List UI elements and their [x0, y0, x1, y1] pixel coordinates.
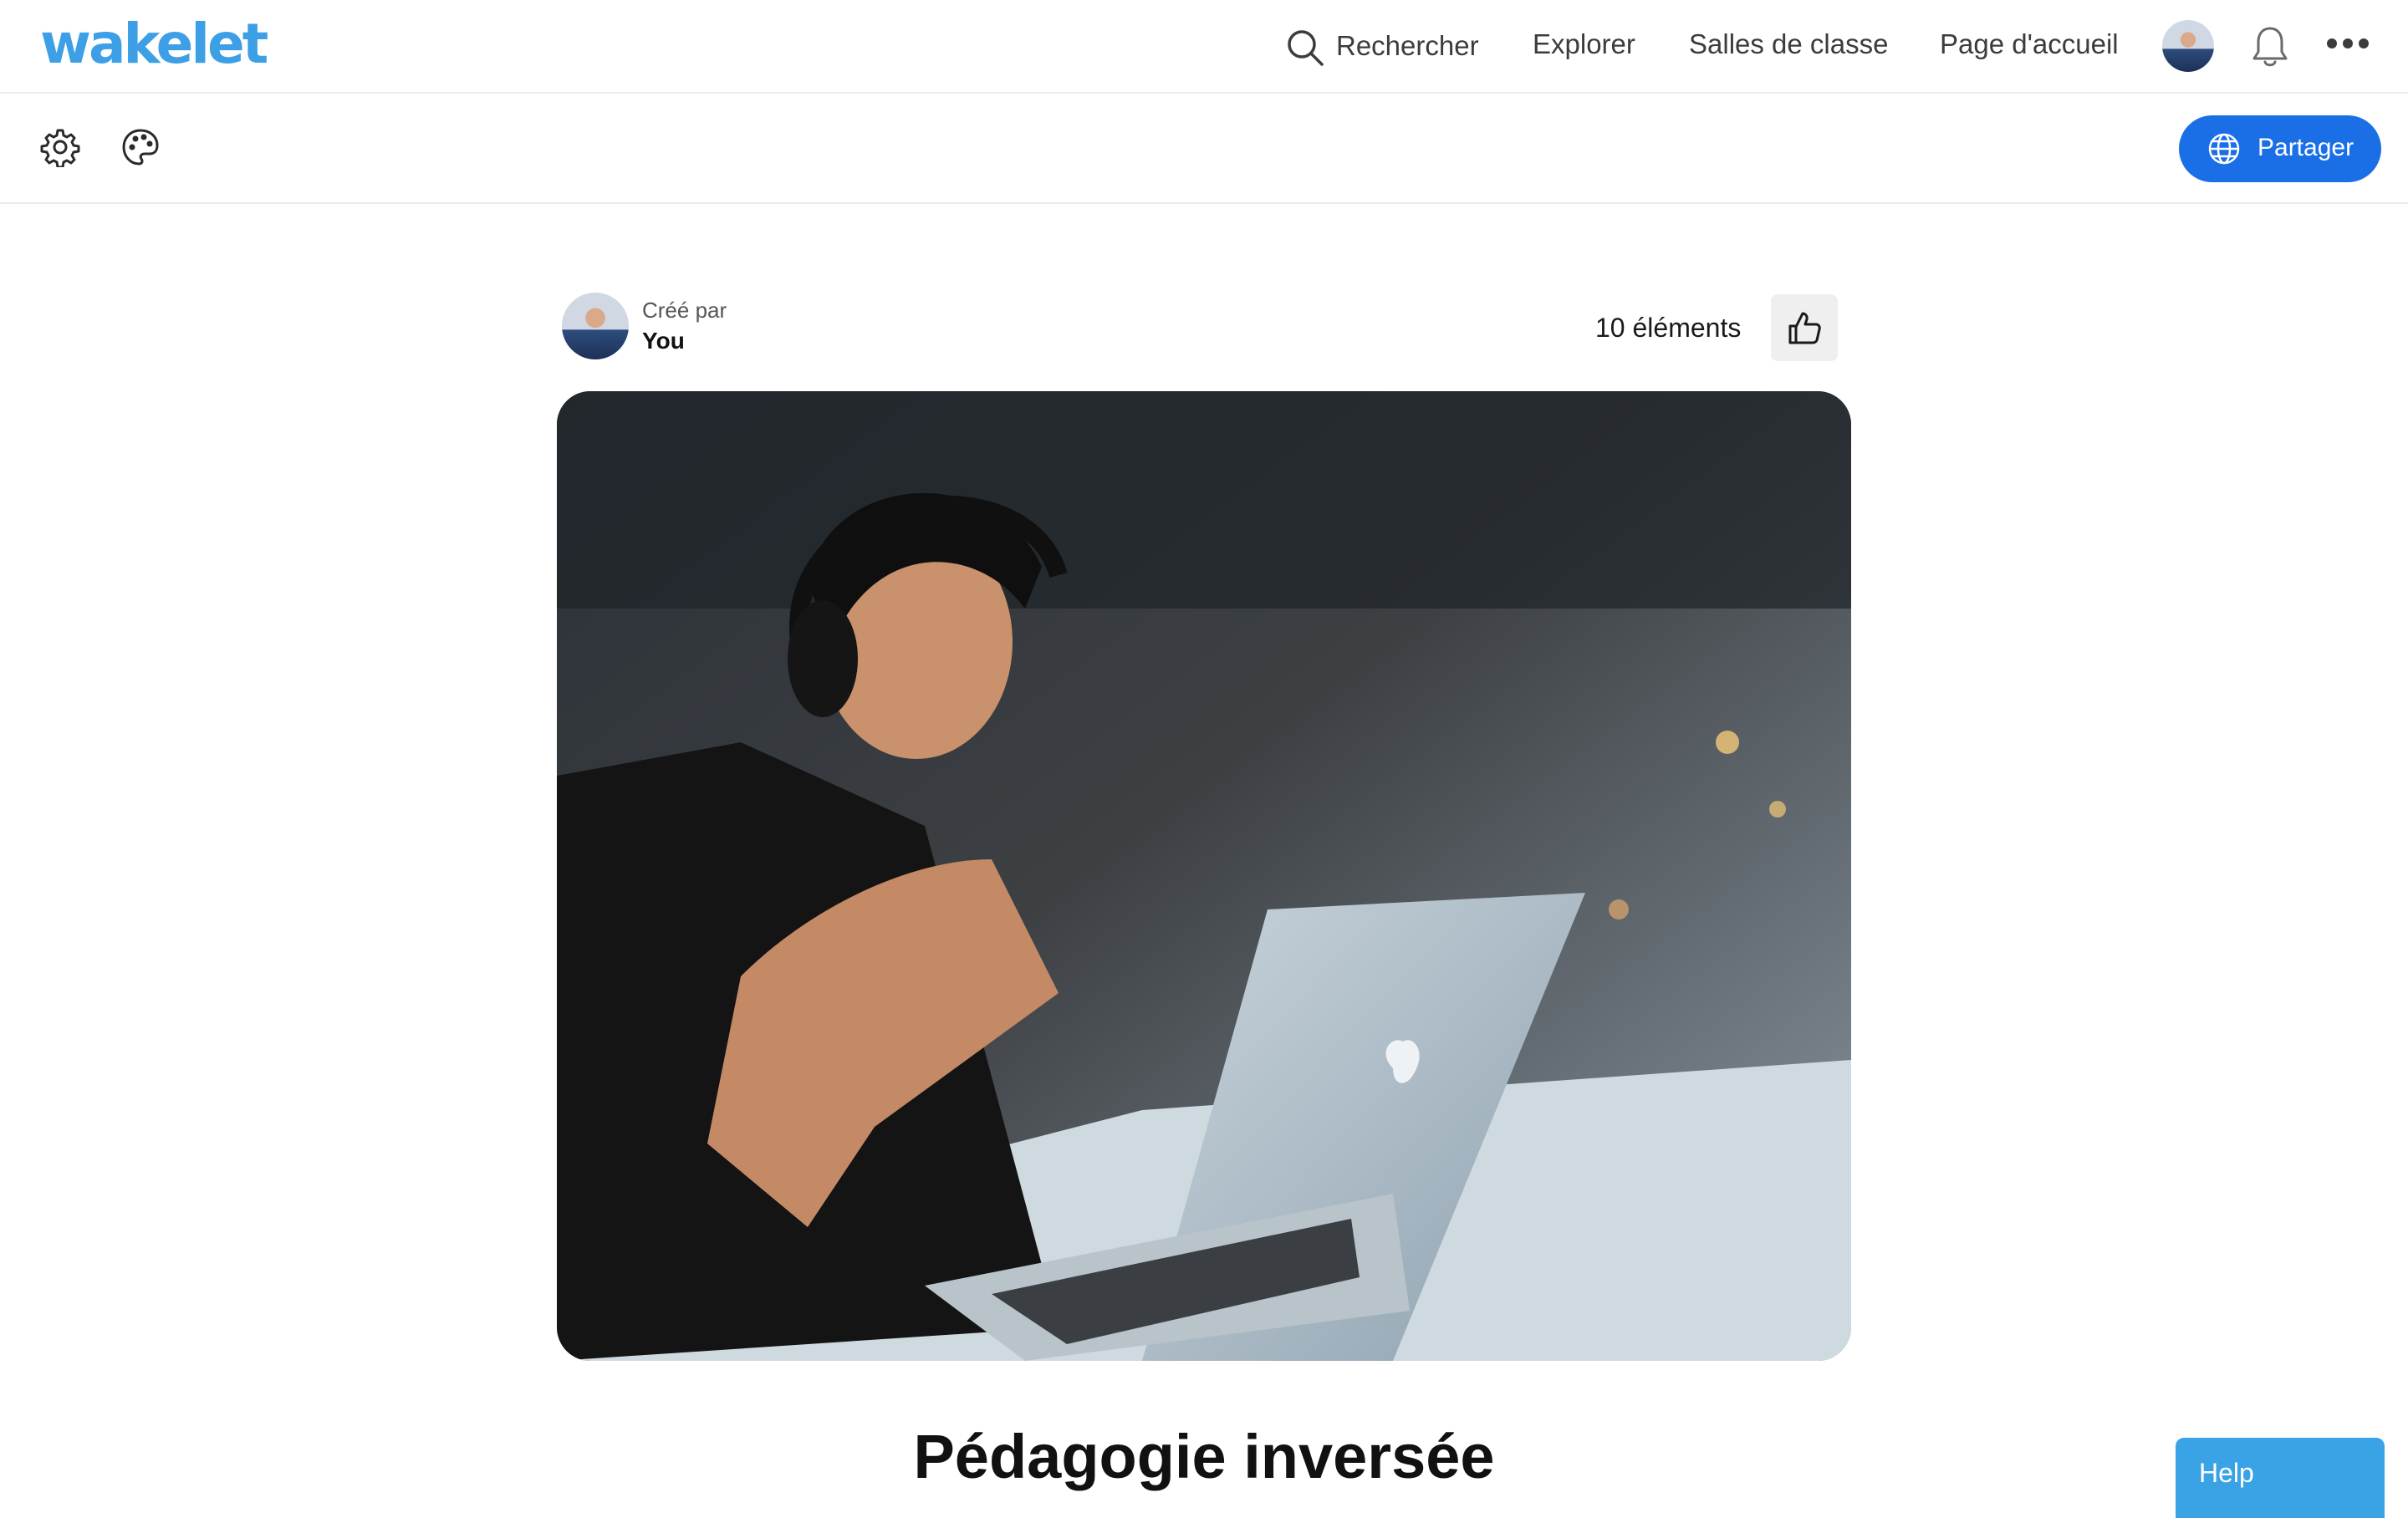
- help-button[interactable]: Help: [2176, 1438, 2385, 1518]
- search-label: Rechercher: [1336, 30, 1479, 61]
- palette-icon[interactable]: [120, 127, 161, 167]
- user-avatar[interactable]: [2162, 20, 2214, 72]
- thumbs-up-icon: [1788, 312, 1821, 344]
- search-icon: [1288, 30, 1324, 66]
- bell-icon[interactable]: [2251, 25, 2289, 69]
- share-label: Partager: [2258, 134, 2354, 161]
- creator-avatar[interactable]: [562, 293, 629, 359]
- item-count: 10 éléments: [1595, 313, 1742, 343]
- globe-icon: [2208, 133, 2240, 165]
- like-button[interactable]: [1771, 294, 1838, 361]
- more-options-icon[interactable]: [2326, 37, 2370, 50]
- nav-explorer[interactable]: Explorer: [1533, 28, 1635, 60]
- collection-cover-image: [557, 391, 1851, 1361]
- top-navigation-bar: wakelet Rechercher Explorer Salles de cl…: [0, 0, 2408, 94]
- creator-name[interactable]: You: [642, 328, 685, 354]
- collection-toolbar: [0, 94, 2408, 204]
- share-button[interactable]: Partager: [2179, 115, 2381, 182]
- nav-home[interactable]: Page d'accueil: [1940, 28, 2119, 60]
- help-label: Help: [2199, 1458, 2254, 1488]
- nav-classrooms[interactable]: Salles de classe: [1689, 28, 1888, 60]
- wakelet-logo[interactable]: wakelet: [40, 12, 268, 76]
- collection-title[interactable]: Pédagogie inversée: [0, 1421, 2408, 1492]
- settings-gear-icon[interactable]: [40, 127, 80, 167]
- created-by-label: Créé par: [642, 298, 727, 323]
